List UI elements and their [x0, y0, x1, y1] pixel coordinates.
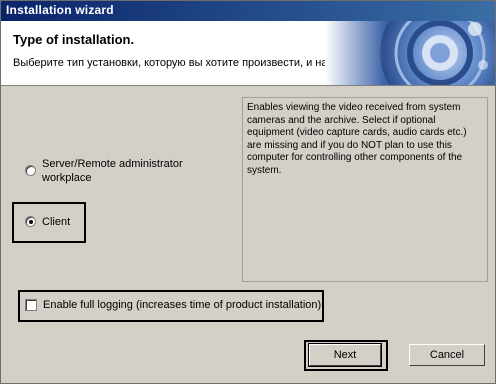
description-text: Enables viewing the video received from …	[247, 102, 467, 176]
page-title: Type of installation.	[13, 32, 135, 47]
installation-wizard-window: Installation wizard Type of installation…	[0, 0, 496, 384]
title-bar[interactable]: Installation wizard	[1, 1, 495, 21]
option-server-label-line2[interactable]: workplace	[42, 171, 92, 185]
option-client-label[interactable]: Client	[42, 215, 70, 229]
option-server-label-line1[interactable]: Server/Remote administrator	[42, 157, 183, 171]
radio-selected-dot	[29, 220, 33, 224]
blue-sphere-graphic-icon	[325, 21, 495, 85]
full-logging-label[interactable]: Enable full logging (increases time of p…	[43, 298, 321, 312]
description-panel: Enables viewing the video received from …	[242, 97, 488, 282]
full-logging-checkbox[interactable]	[25, 299, 37, 311]
radio-client[interactable]	[25, 216, 36, 227]
radio-server-remote-admin[interactable]	[25, 165, 36, 176]
cancel-button[interactable]: Cancel	[409, 344, 485, 366]
wizard-header: Type of installation. Выберите тип устан…	[1, 21, 495, 86]
next-button[interactable]: Next	[308, 343, 382, 367]
window-title: Installation wizard	[6, 3, 114, 17]
